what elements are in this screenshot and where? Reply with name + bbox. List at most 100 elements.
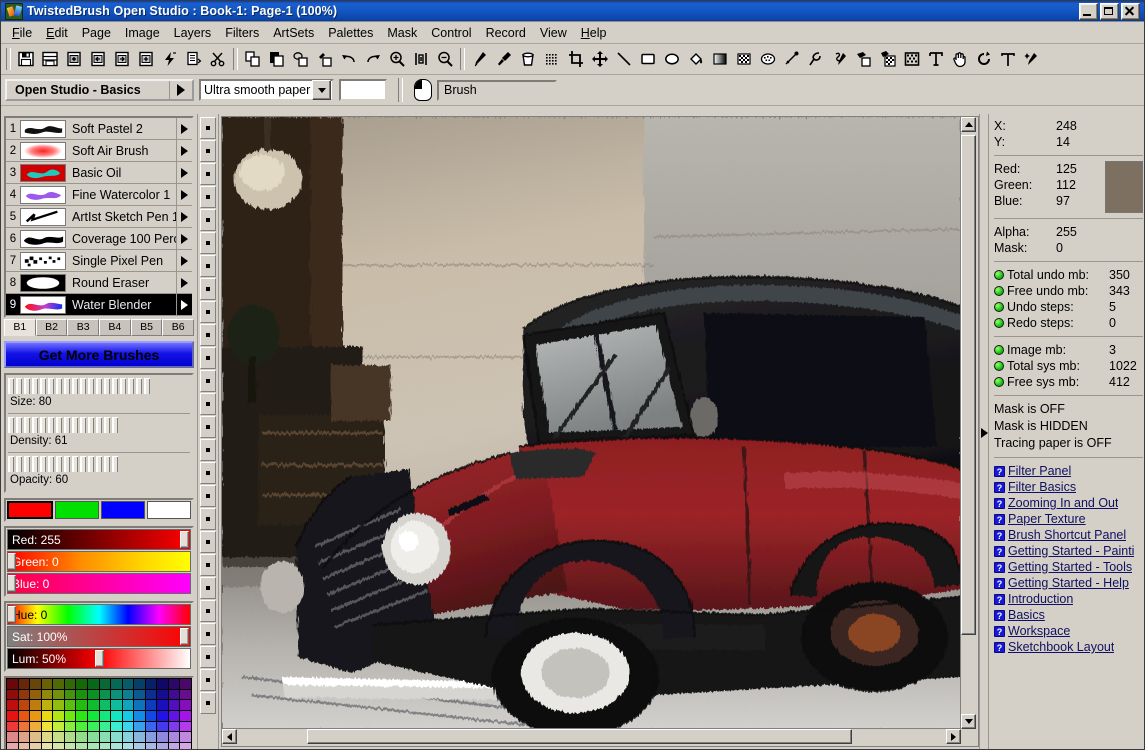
palette-color-cell[interactable] (64, 742, 76, 749)
palette-color-cell[interactable] (30, 721, 41, 732)
menu-help[interactable]: Help (574, 24, 614, 42)
page-thumbnail-button[interactable] (200, 278, 216, 300)
slider-notch[interactable] (96, 417, 102, 433)
page-thumbnail-button[interactable] (200, 531, 216, 553)
brush-tab-b4[interactable]: B4 (99, 319, 131, 336)
slider-notch[interactable] (40, 417, 46, 433)
palette-color-cell[interactable] (64, 710, 76, 721)
palette-color-cell[interactable] (64, 721, 76, 732)
palette-color-cell[interactable] (111, 732, 122, 742)
help-link-label[interactable]: Getting Started - Tools (1008, 559, 1132, 575)
page-thumbnail-button[interactable] (200, 163, 216, 185)
paper-color-swatch[interactable] (339, 79, 387, 101)
palette-color-cell[interactable] (53, 700, 64, 710)
palette-color-cell[interactable] (99, 710, 111, 721)
help-link-label[interactable]: Sketchbook Layout (1008, 639, 1114, 655)
clone-icon[interactable] (780, 47, 804, 71)
canvas-vertical-scrollbar[interactable] (960, 117, 978, 729)
luminance-slider[interactable]: Lum: 50% (7, 648, 191, 669)
menu-edit[interactable]: Edit (39, 24, 75, 42)
palette-color-cell[interactable] (111, 742, 122, 749)
help-link-item[interactable]: ? Getting Started - Tools (994, 559, 1143, 575)
artwork-canvas[interactable] (222, 117, 961, 729)
swatch-green[interactable] (55, 501, 99, 519)
save-all-icon[interactable] (38, 47, 62, 71)
help-link-item[interactable]: ? Sketchbook Layout (994, 639, 1143, 655)
palette-color-cell[interactable] (87, 742, 99, 749)
page-new-icon[interactable] (62, 47, 86, 71)
slider-notch[interactable] (88, 456, 94, 472)
palette-color-cell[interactable] (122, 689, 134, 700)
slider-notch[interactable] (48, 378, 54, 394)
palette-color-cell[interactable] (7, 721, 18, 732)
brush-options-icon[interactable] (176, 272, 192, 293)
page-thumbnail-button[interactable] (200, 485, 216, 507)
slider-notch[interactable] (72, 378, 78, 394)
palette-color-cell[interactable] (180, 742, 191, 749)
help-link-item[interactable]: ? Getting Started - Help (994, 575, 1143, 591)
brush-row-3[interactable]: 3 Basic Oil (6, 162, 192, 184)
palette-color-cell[interactable] (111, 679, 122, 689)
palette-color-cell[interactable] (18, 721, 30, 732)
sketch-icon[interactable] (828, 47, 852, 71)
page-thumbnail-button[interactable] (200, 209, 216, 231)
palette-color-cell[interactable] (18, 742, 30, 749)
slider-notch[interactable] (88, 417, 94, 433)
text-icon[interactable] (924, 47, 948, 71)
slider-notch[interactable] (80, 378, 86, 394)
slider-notch[interactable] (56, 417, 62, 433)
slider-notch[interactable] (32, 417, 38, 433)
page-thumbnail-button[interactable] (200, 508, 216, 530)
palette-color-cell[interactable] (87, 700, 99, 710)
help-link-item[interactable]: ? Workspace (994, 623, 1143, 639)
blue-slider[interactable]: Blue: 0 (7, 573, 191, 594)
green-slider[interactable]: Green: 0 (7, 551, 191, 572)
palette-color-cell[interactable] (99, 742, 111, 749)
palette-color-cell[interactable] (168, 721, 180, 732)
palette-color-cell[interactable] (87, 732, 99, 742)
slider-notch[interactable] (48, 417, 54, 433)
palette-color-cell[interactable] (122, 679, 134, 689)
palette-color-cell[interactable] (99, 721, 111, 732)
measure-icon[interactable] (996, 47, 1020, 71)
slider-notch[interactable] (88, 378, 94, 394)
help-link-item[interactable]: ? Zooming In and Out (994, 495, 1143, 511)
palette-color-cell[interactable] (41, 679, 53, 689)
size-slider[interactable]: Size: 80 (6, 377, 192, 413)
slider-notch[interactable] (24, 417, 30, 433)
brush-tab-b3[interactable]: B3 (67, 319, 100, 336)
slider-notch[interactable] (72, 456, 78, 472)
rotate-icon[interactable] (972, 47, 996, 71)
menu-image[interactable]: Image (118, 24, 167, 42)
slider-notch[interactable] (136, 378, 142, 394)
close-icon[interactable] (1121, 2, 1140, 20)
swatch-white[interactable] (147, 501, 191, 519)
page-next-icon[interactable] (110, 47, 134, 71)
page-thumbnail-button[interactable] (200, 554, 216, 576)
color-palette-grid[interactable] (4, 676, 194, 749)
palette-color-cell[interactable] (134, 721, 145, 732)
brush-options-icon[interactable] (176, 250, 192, 271)
palette-color-cell[interactable] (111, 689, 122, 700)
brush-options-icon[interactable] (176, 118, 192, 139)
cut-icon[interactable] (206, 47, 230, 71)
move-icon[interactable] (588, 47, 612, 71)
save-icon[interactable] (14, 47, 38, 71)
rectangle-icon[interactable] (636, 47, 660, 71)
palette-color-cell[interactable] (111, 700, 122, 710)
hand-icon[interactable] (948, 47, 972, 71)
menu-mask[interactable]: Mask (380, 24, 424, 42)
slider-notch[interactable] (24, 456, 30, 472)
page-add-icon[interactable] (134, 47, 158, 71)
brush-tab-b2[interactable]: B2 (35, 319, 68, 336)
palette-color-cell[interactable] (134, 700, 145, 710)
palette-color-cell[interactable] (134, 742, 145, 749)
menu-control[interactable]: Control (424, 24, 478, 42)
slider-notch[interactable] (16, 456, 22, 472)
slider-notch[interactable] (16, 378, 22, 394)
page-thumbnail-button[interactable] (200, 347, 216, 369)
page-thumbnail-button[interactable] (200, 255, 216, 277)
palette-color-cell[interactable] (41, 742, 53, 749)
slider-notch[interactable] (64, 417, 70, 433)
palette-color-cell[interactable] (180, 679, 191, 689)
